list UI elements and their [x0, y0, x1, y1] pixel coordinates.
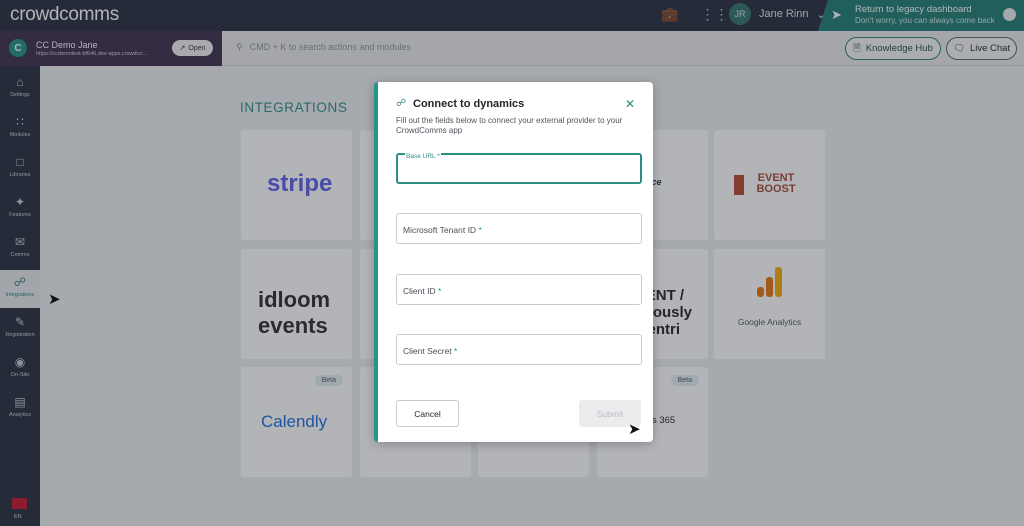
mouse-cursor-icon: ➤ [628, 421, 641, 438]
integration-icon: ☍ [396, 98, 407, 109]
connect-modal: ☍ Connect to dynamics ✕ Fill out the fie… [374, 82, 653, 442]
cancel-button[interactable]: Cancel [396, 400, 459, 427]
base-url-input[interactable] [404, 166, 634, 178]
client-secret-field[interactable]: Client Secret * [396, 334, 642, 365]
modal-title: Connect to dynamics [413, 98, 525, 110]
base-url-field[interactable]: Base URL * [396, 153, 642, 184]
mouse-cursor-icon: ➤ [48, 291, 61, 308]
tenant-id-field[interactable]: Microsoft Tenant ID * [396, 213, 642, 244]
close-icon[interactable]: ✕ [625, 97, 635, 111]
client-id-field[interactable]: Client ID * [396, 274, 642, 305]
modal-description: Fill out the fields below to connect you… [396, 116, 623, 135]
